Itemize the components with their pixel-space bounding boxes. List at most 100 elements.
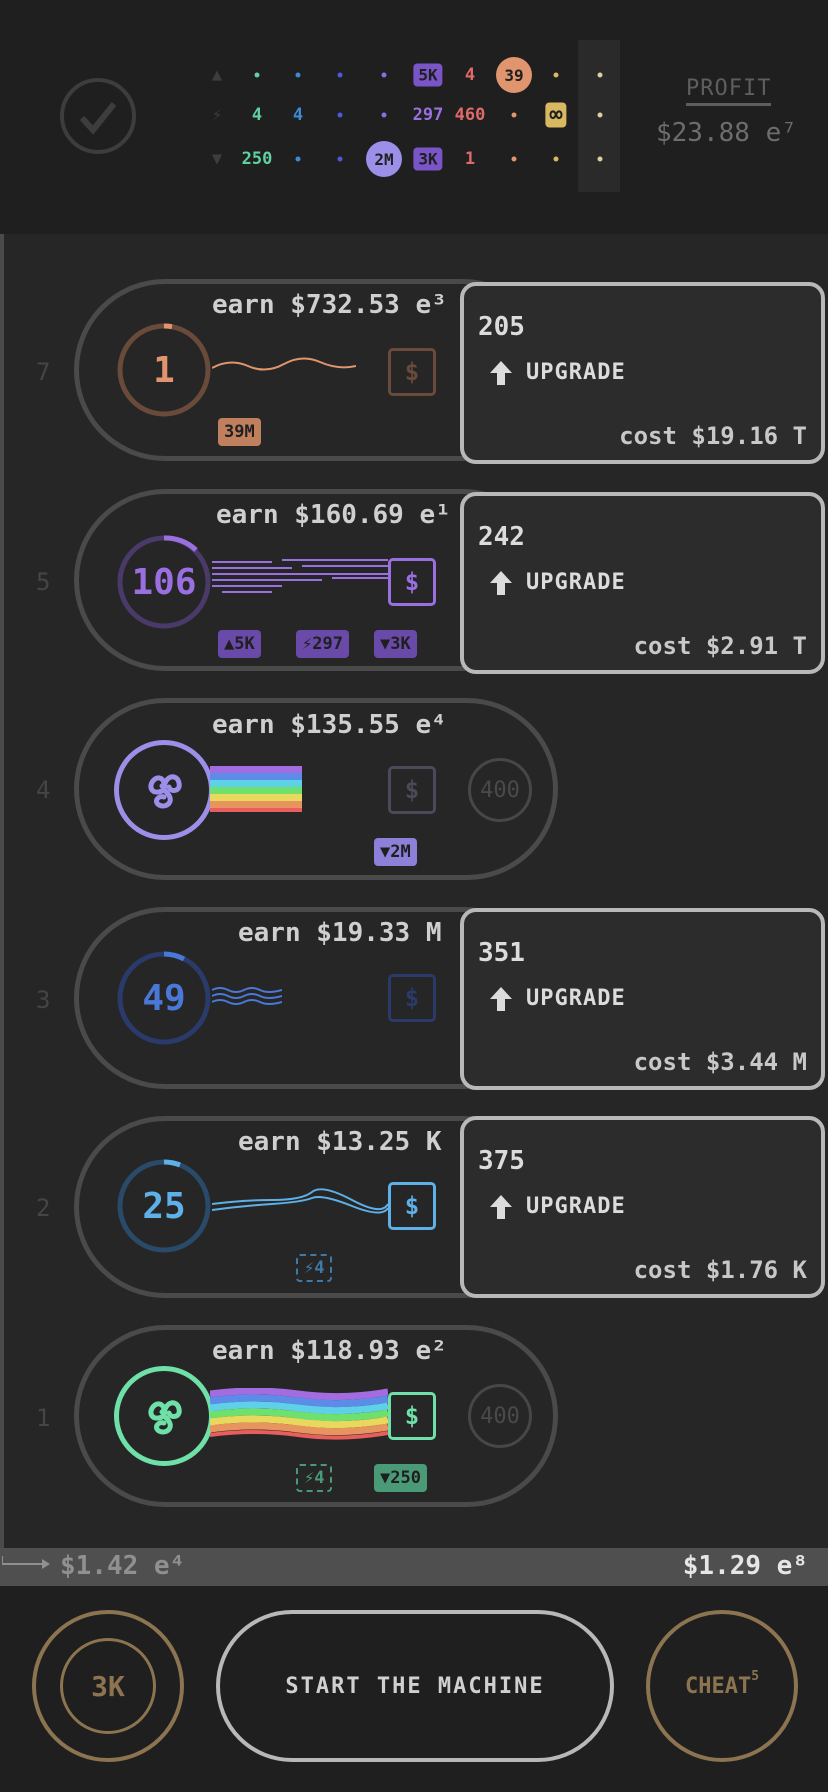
upgrade-button[interactable]: UPGRADE [490, 1194, 626, 1219]
collect-button[interactable]: $ [388, 348, 436, 396]
collect-button[interactable]: $ [388, 974, 436, 1022]
cheat-count: 5 [751, 1668, 760, 1684]
upgrade-button[interactable]: UPGRADE [490, 570, 626, 595]
earn-label: earn $13.25 K [238, 1127, 442, 1157]
pipe-total: $1.42 e⁴ [60, 1551, 186, 1581]
upgrade-panel-7[interactable]: 205 UPGRADE cost $19.16 T [460, 282, 825, 464]
cheat-label: CHEAT [684, 1673, 752, 1699]
upgrade-button[interactable]: UPGRADE [490, 986, 626, 1011]
ring-count: 25 [142, 1185, 186, 1227]
grid-dot [381, 72, 387, 78]
row-number: 5 [36, 568, 51, 596]
collect-button[interactable]: $ [388, 766, 436, 814]
grid-dot [511, 112, 517, 118]
earn-label: earn $118.93 e² [212, 1336, 447, 1366]
rainbow-stream [210, 1388, 388, 1440]
upgrade-label: UPGRADE [526, 570, 626, 595]
rebirth-icon: 3K [60, 1638, 156, 1734]
arrow-right-icon [2, 1556, 50, 1569]
up-arrow-icon [490, 1194, 512, 1219]
grid-value: 460 [454, 105, 486, 125]
ring-count: 106 [131, 561, 197, 603]
up-arrow-icon [490, 360, 512, 385]
up-arrow-icon [490, 570, 512, 595]
badge: ▼3K [374, 630, 417, 658]
collect-button[interactable]: $ [388, 1392, 436, 1440]
top-panel: ▲ 5K 4 39 ⚡ 4 4 297 460 ∞ ▼ 250 2M 3K 1 … [0, 0, 828, 234]
grid-chip[interactable]: 5K [413, 63, 443, 87]
profit-label: PROFIT [686, 76, 772, 106]
upgrade-cost: cost $1.76 K [633, 1256, 807, 1284]
grid-dot [295, 156, 301, 162]
grid-dot [597, 156, 603, 162]
ring-count: 49 [142, 977, 186, 1019]
grid-circle-chip[interactable]: 39 [496, 57, 532, 93]
grid-dot [337, 156, 343, 162]
upgrade-cost: cost $2.91 T [633, 632, 807, 660]
row-number: 2 [36, 1194, 51, 1222]
grid-dot [553, 156, 559, 162]
infinity-chip[interactable]: ∞ [545, 102, 567, 128]
collect-button[interactable]: $ [388, 558, 436, 606]
upgrade-cost: cost $19.16 T [619, 422, 807, 450]
upgrade-panel-3[interactable]: 351 UPGRADE cost $3.44 M [460, 908, 825, 1090]
machine-pipe [0, 234, 4, 1570]
grid-dot [381, 112, 387, 118]
wave-graph [212, 1188, 388, 1214]
upgrade-level: 242 [478, 522, 525, 552]
row-number: 3 [36, 986, 51, 1014]
start-machine-button[interactable]: START THE MACHINE [216, 1610, 614, 1762]
earn-label: earn $732.53 e³ [212, 290, 447, 320]
earn-label: earn $19.33 M [238, 918, 442, 948]
grid-value: 250 [241, 149, 273, 169]
rebirth-count: 3K [91, 1669, 125, 1703]
rainbow-stream [210, 766, 302, 812]
down-arrow-icon: ▼ [211, 149, 223, 169]
upgrade-label: UPGRADE [526, 360, 626, 385]
grid-value: 4 [251, 105, 263, 125]
badge: ⚡4 [296, 1254, 333, 1282]
unlock-cost-circle[interactable]: 400 [468, 758, 532, 822]
unlock-cost-circle[interactable]: 400 [468, 1384, 532, 1448]
grid-row: ▼ 250 2M 3K 1 [200, 141, 620, 177]
upgrade-button[interactable]: UPGRADE [490, 360, 626, 385]
up-arrow-icon [490, 986, 512, 1011]
bolt-icon: ⚡ [211, 105, 223, 125]
rebirth-button[interactable]: 3K [32, 1610, 184, 1762]
upgrade-label: UPGRADE [526, 986, 626, 1011]
checkmark-icon [79, 102, 117, 135]
triskelion-icon [148, 1400, 182, 1435]
grand-total: $1.29 e⁸ [682, 1551, 808, 1581]
wave-graph [212, 987, 282, 1005]
grid-chip[interactable]: 3K [413, 147, 443, 171]
collect-button[interactable]: $ [388, 1182, 436, 1230]
badge: ▲5K [218, 630, 261, 658]
grid-row: ▲ 5K 4 39 [200, 57, 620, 93]
cheat-button[interactable]: CHEAT 5 [646, 1610, 798, 1762]
upgrade-label: UPGRADE [526, 1194, 626, 1219]
triskelion-icon [148, 774, 182, 809]
grid-dot [553, 72, 559, 78]
grid-dot [337, 112, 343, 118]
badge: 39M [218, 418, 261, 446]
grid-dot [597, 72, 603, 78]
badge: ⚡4 [296, 1464, 333, 1492]
upgrade-level: 351 [478, 938, 525, 968]
grid-value: 4 [464, 65, 476, 85]
grid-dot [254, 72, 260, 78]
badge: ⚡297 [296, 630, 349, 658]
grid-row: ⚡ 4 4 297 460 ∞ [200, 98, 620, 132]
ring-count: 1 [153, 349, 175, 391]
grid-circle-chip[interactable]: 2M [366, 141, 402, 177]
upgrade-panel-5[interactable]: 242 UPGRADE cost $2.91 T [460, 492, 825, 674]
checkmark-button[interactable] [60, 78, 136, 154]
upgrade-panel-2[interactable]: 375 UPGRADE cost $1.76 K [460, 1116, 825, 1298]
badge: ▼2M [374, 838, 417, 866]
profit-value: $23.88 e⁷ [656, 118, 797, 148]
row-number: 1 [36, 1404, 51, 1432]
grid-dot [295, 72, 301, 78]
row-number: 7 [36, 358, 51, 386]
grid-value: 4 [292, 105, 304, 125]
earn-label: earn $135.55 e⁴ [212, 710, 447, 740]
start-label: START THE MACHINE [285, 1673, 545, 1699]
